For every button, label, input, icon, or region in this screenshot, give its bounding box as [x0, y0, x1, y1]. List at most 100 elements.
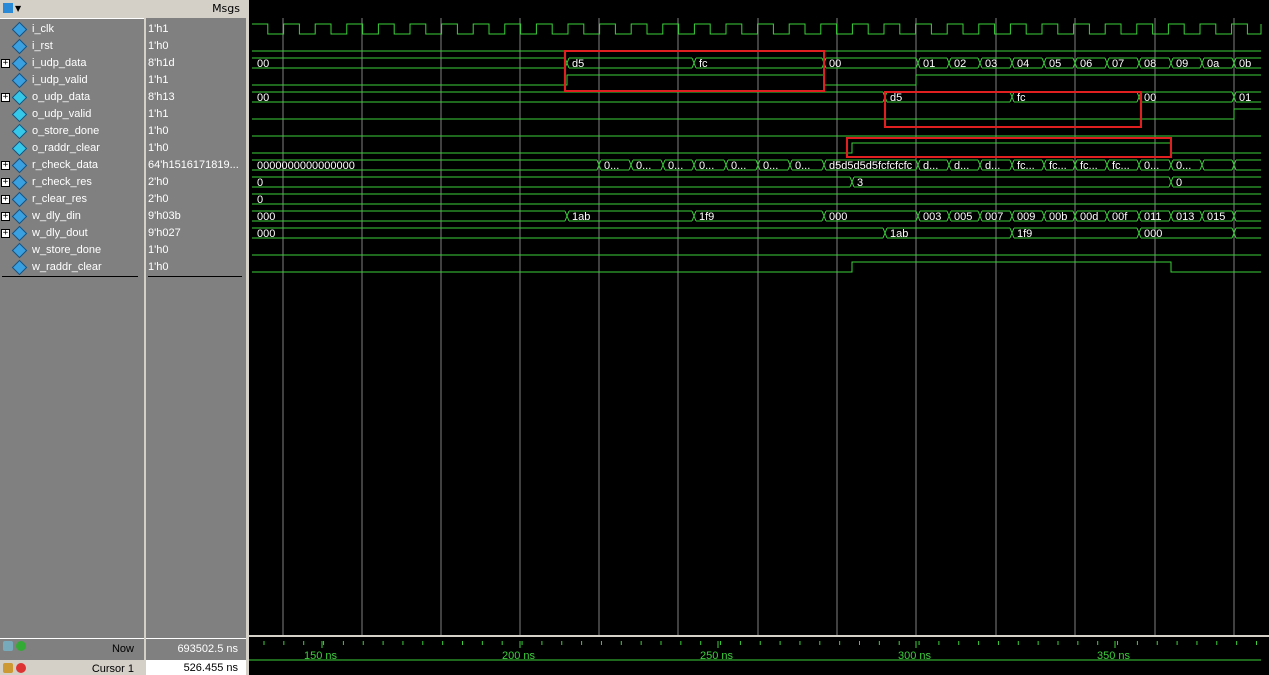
signal-row-o-udp-data[interactable]: + o_udp_data	[0, 89, 144, 106]
bus-value: 02	[954, 58, 966, 70]
bus-value: 00	[257, 92, 269, 104]
signal-value: 8'h1d	[148, 57, 175, 69]
bus-transition	[821, 159, 827, 171]
bus-value: fc...	[1080, 160, 1098, 172]
waveform-pane[interactable]: 00 d5 fc 00 01 02 03 04 05 06 07 08 09 0a 0b 00 d5 fc 00 01…	[249, 0, 1269, 675]
plus-icon[interactable]	[16, 641, 26, 651]
signal-value: 9'h027	[148, 227, 181, 239]
bit-waveform-o-raddr-clear	[252, 142, 1261, 154]
signal-row-i-udp-data[interactable]: + i_udp_data	[0, 55, 144, 72]
bus-transition	[1041, 159, 1047, 171]
cursor-row[interactable]: Cursor 1	[0, 660, 144, 675]
signal-name: i_rst	[32, 40, 53, 52]
bus-transition	[946, 159, 952, 171]
expand-icon[interactable]: +	[1, 93, 10, 102]
bus-value: d5	[572, 58, 584, 70]
time-tick-label: 150 ns	[304, 650, 338, 662]
bus-value: 0000000000000000	[257, 160, 355, 172]
signal-value-pane: Msgs 1'h1 1'h0 8'h1d 1'h1 8'h13 1'h1 1'h0 1'h0 6…	[146, 0, 246, 675]
signal-name: o_raddr_clear	[32, 142, 100, 154]
expand-icon[interactable]: +	[1, 161, 10, 170]
cursor-value-box: 526.455 ns	[146, 660, 246, 675]
bus-value: fc...	[1049, 160, 1067, 172]
bus-value: 3	[857, 177, 863, 189]
signal-row-w-dly-din[interactable]: + w_dly_din	[0, 208, 144, 225]
bus-transition	[946, 57, 952, 69]
input-port-icon	[11, 38, 28, 55]
cursor-value: 526.455 ns	[183, 662, 238, 674]
signal-row-w-raddr-clear[interactable]: w_raddr_clear	[0, 259, 144, 276]
add-cursor-icon[interactable]	[3, 641, 13, 651]
expand-icon[interactable]: +	[1, 212, 10, 221]
signal-row-o-udp-valid[interactable]: o_udp_valid	[0, 106, 144, 123]
highlight-box	[884, 91, 1142, 128]
signal-row-r-clear-res[interactable]: + r_clear_res	[0, 191, 144, 208]
bus-value: 00	[829, 58, 841, 70]
time-tick-label: 250 ns	[700, 650, 734, 662]
bus-value: d5d5d5d5fcfcfcfc	[829, 160, 913, 172]
bus-value: 1f9	[1017, 228, 1032, 240]
lock-icon[interactable]	[3, 663, 13, 673]
wave-window-icon[interactable]	[3, 3, 13, 13]
bus-transition	[1168, 210, 1174, 222]
bus-value: 011	[1144, 211, 1162, 223]
bus-value: 00b	[1049, 211, 1067, 223]
bus-transition	[1104, 159, 1110, 171]
bus-value: 000	[257, 211, 275, 223]
bus-value: 00d	[1080, 211, 1098, 223]
bus-value: 06	[1080, 58, 1092, 70]
status-top-line	[0, 638, 144, 639]
bus-value: 0b	[1239, 58, 1251, 70]
waveform-canvas[interactable]: 00 d5 fc 00 01 02 03 04 05 06 07 08 09 0a 0b00 d5 fc 00 01…	[249, 0, 1269, 675]
bus-value: 0	[257, 177, 263, 189]
signal-row-w-store-done[interactable]: w_store_done	[0, 242, 144, 259]
output-port-icon	[11, 89, 28, 106]
bus-transition	[1009, 91, 1015, 103]
bus-value: 04	[1017, 58, 1029, 70]
bus-transition	[1104, 210, 1110, 222]
status-value-top-line	[146, 638, 246, 639]
signal-row-w-dly-dout[interactable]: + w_dly_dout	[0, 225, 144, 242]
bus-transition	[660, 159, 666, 171]
signal-row-i-clk[interactable]: i_clk	[0, 21, 144, 38]
highlight-box	[564, 50, 825, 92]
bus-transition	[977, 57, 983, 69]
bit-waveform-i-udp-valid	[252, 74, 1261, 86]
bus-transition	[723, 159, 729, 171]
bus-transition	[915, 57, 921, 69]
expand-icon[interactable]: +	[1, 195, 10, 204]
highlight-box	[846, 137, 1172, 158]
bus-transition	[1041, 57, 1047, 69]
bus-value: 0...	[763, 160, 778, 172]
signal-row-i-udp-valid[interactable]: i_udp_valid	[0, 72, 144, 89]
signal-row-o-raddr-clear[interactable]: o_raddr_clear	[0, 140, 144, 157]
signal-row-r-check-res[interactable]: + r_check_res	[0, 174, 144, 191]
bus-value: 0a	[1207, 58, 1220, 70]
signal-name: r_clear_res	[32, 193, 88, 205]
input-port-icon	[11, 225, 28, 242]
delete-cursor-icon[interactable]	[16, 663, 26, 673]
cursor-label: Cursor 1	[91, 663, 134, 675]
value-divider	[148, 276, 242, 277]
bus-value: 0...	[668, 160, 683, 172]
bus-transition	[1104, 57, 1110, 69]
bus-value: 0	[257, 194, 263, 206]
bit-waveform-o-udp-valid	[252, 108, 1261, 120]
bus-value: 05	[1049, 58, 1061, 70]
bus-transition	[946, 210, 952, 222]
bus-transition	[691, 159, 697, 171]
bus-transition	[787, 159, 793, 171]
signal-row-i-rst[interactable]: i_rst	[0, 38, 144, 55]
signal-row-o-store-done[interactable]: o_store_done	[0, 123, 144, 140]
bus-value: 000	[829, 211, 847, 223]
bus-value: fc	[1017, 92, 1026, 104]
signal-value: 64'h1516171819...	[148, 159, 239, 171]
bus-transition	[1009, 57, 1015, 69]
bus-value: 009	[1017, 211, 1035, 223]
signal-name: r_check_res	[32, 176, 92, 188]
expand-icon[interactable]: +	[1, 229, 10, 238]
chevron-down-icon[interactable]: ▼	[15, 4, 21, 13]
signal-row-r-check-data[interactable]: + r_check_data	[0, 157, 144, 174]
expand-icon[interactable]: +	[1, 59, 10, 68]
expand-icon[interactable]: +	[1, 178, 10, 187]
